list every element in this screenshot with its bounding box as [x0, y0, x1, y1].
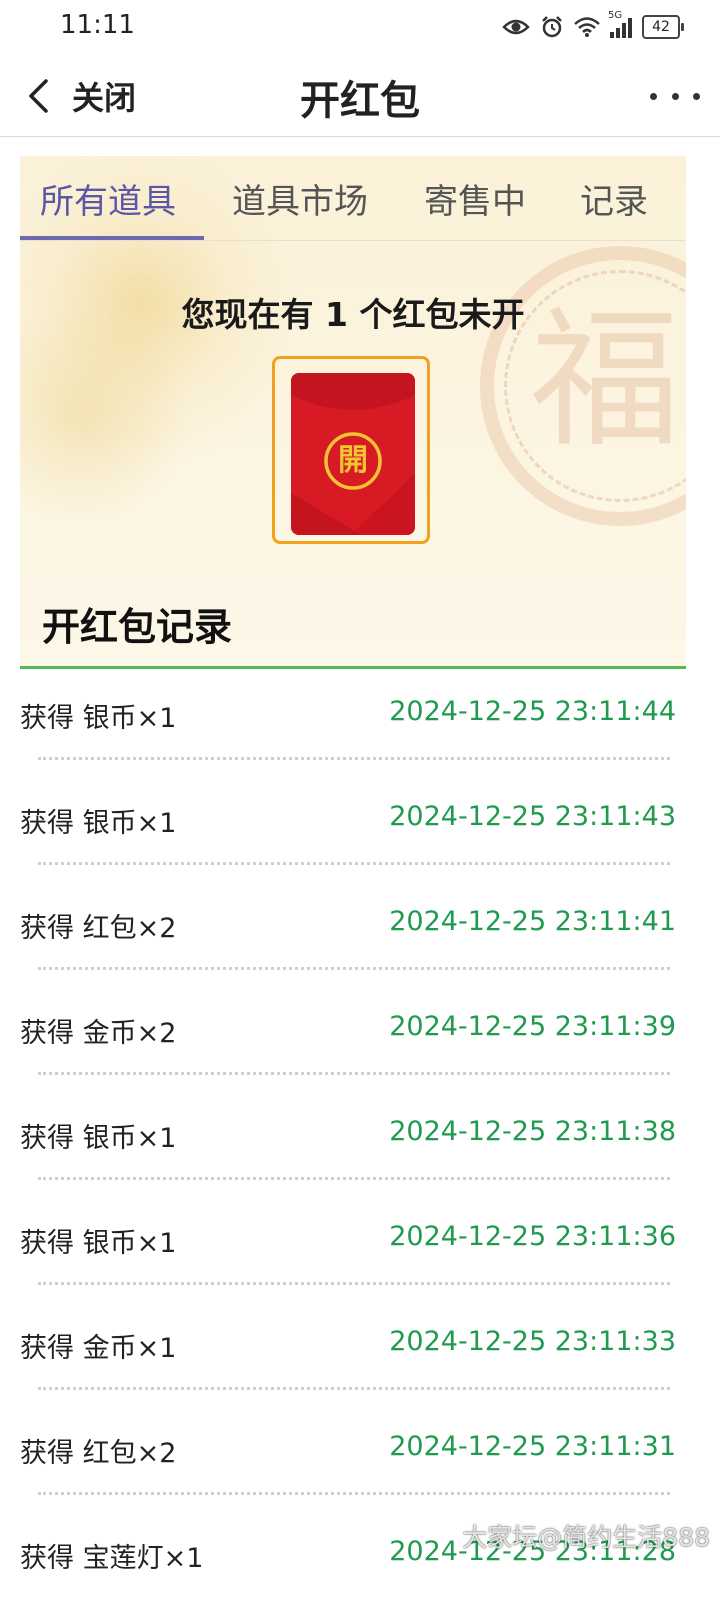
record-timestamp: 2024-12-25 23:11:36 [389, 1221, 676, 1252]
wifi-icon [574, 17, 600, 37]
status-time: 11:11 [60, 10, 135, 40]
list-item: 获得 金币×2 2024-12-25 23:11:39 [0, 984, 720, 1089]
dotted-divider [38, 967, 670, 970]
dotted-divider [38, 1282, 670, 1285]
more-menu-button[interactable] [650, 76, 700, 116]
red-envelope-banner: 福 所有道具 道具市场 寄售中 记录 您现在有 1 个红包未开 開 开红包记录 [20, 156, 686, 668]
watermark: 大家坛@简约生活888 [462, 1523, 710, 1552]
tab-records[interactable]: 记录 [580, 174, 648, 223]
close-button[interactable]: 关闭 [26, 70, 136, 122]
active-tab-indicator [20, 236, 204, 240]
cellular-signal-icon: 5G [608, 10, 632, 38]
list-item: 获得 银币×1 2024-12-25 23:11:44 [0, 669, 720, 774]
list-item: 获得 银币×1 2024-12-25 23:11:38 [0, 1089, 720, 1194]
dotted-divider [38, 862, 670, 865]
list-item: 获得 红包×2 2024-12-25 23:11:31 [0, 1404, 720, 1509]
unopened-count-text: 您现在有 1 个红包未开 [181, 295, 525, 334]
record-reward: 获得 金币×2 [20, 1018, 177, 1049]
signal-5g-label: 5G [608, 10, 623, 21]
records-section-title: 开红包记录 [42, 605, 233, 649]
dotted-divider [38, 1177, 670, 1180]
records-list: 获得 银币×1 2024-12-25 23:11:44 获得 银币×1 2024… [0, 669, 720, 1614]
record-timestamp: 2024-12-25 23:11:44 [389, 696, 676, 727]
dotted-divider [38, 1492, 670, 1495]
dotted-divider [38, 1072, 670, 1075]
list-item: 获得 银币×1 2024-12-25 23:11:36 [0, 1194, 720, 1299]
record-reward: 获得 银币×1 [20, 1123, 177, 1154]
record-reward: 获得 银币×1 [20, 808, 177, 839]
chevron-left-icon [29, 79, 48, 113]
tab-bar: 所有道具 道具市场 寄售中 记录 [20, 156, 686, 241]
list-item: 获得 红包×2 2024-12-25 23:11:41 [0, 879, 720, 984]
list-item: 获得 金币×1 2024-12-25 23:11:33 [0, 1299, 720, 1404]
close-label: 关闭 [72, 79, 137, 117]
more-dot-icon [671, 92, 679, 100]
record-reward: 获得 金币×1 [20, 1333, 177, 1364]
dotted-divider [38, 757, 670, 760]
record-reward: 获得 红包×2 [20, 913, 177, 944]
tab-all-items[interactable]: 所有道具 [40, 174, 176, 223]
record-timestamp: 2024-12-25 23:11:43 [389, 801, 676, 832]
tab-on-consignment[interactable]: 寄售中 [424, 174, 526, 223]
nav-bar: 关闭 开红包 [0, 56, 720, 137]
envelope-open-char: 開 [338, 443, 368, 478]
eye-icon [502, 19, 530, 35]
record-reward: 获得 红包×2 [20, 1438, 177, 1469]
red-envelope-icon: 開 [291, 373, 415, 535]
record-timestamp: 2024-12-25 23:11:31 [389, 1431, 676, 1462]
more-dot-icon [693, 92, 700, 100]
record-timestamp: 2024-12-25 23:11:41 [389, 906, 676, 937]
status-bar: 11:11 5G 42 [0, 0, 720, 56]
record-timestamp: 2024-12-25 23:11:38 [389, 1116, 676, 1147]
tab-item-market[interactable]: 道具市场 [232, 174, 368, 223]
battery-icon: 42 [642, 15, 684, 39]
status-icons: 5G 42 [502, 10, 684, 42]
record-reward: 获得 宝莲灯×1 [20, 1543, 204, 1574]
more-dot-icon [650, 92, 657, 100]
record-reward: 获得 银币×1 [20, 1228, 177, 1259]
list-item: 获得 银币×1 2024-12-25 23:11:43 [0, 774, 720, 879]
red-envelope-button[interactable]: 開 [272, 356, 430, 544]
record-timestamp: 2024-12-25 23:11:39 [389, 1011, 676, 1042]
record-reward: 获得 银币×1 [20, 703, 177, 734]
dotted-divider [38, 1387, 670, 1390]
record-timestamp: 2024-12-25 23:11:33 [389, 1326, 676, 1357]
alarm-icon [542, 16, 562, 38]
